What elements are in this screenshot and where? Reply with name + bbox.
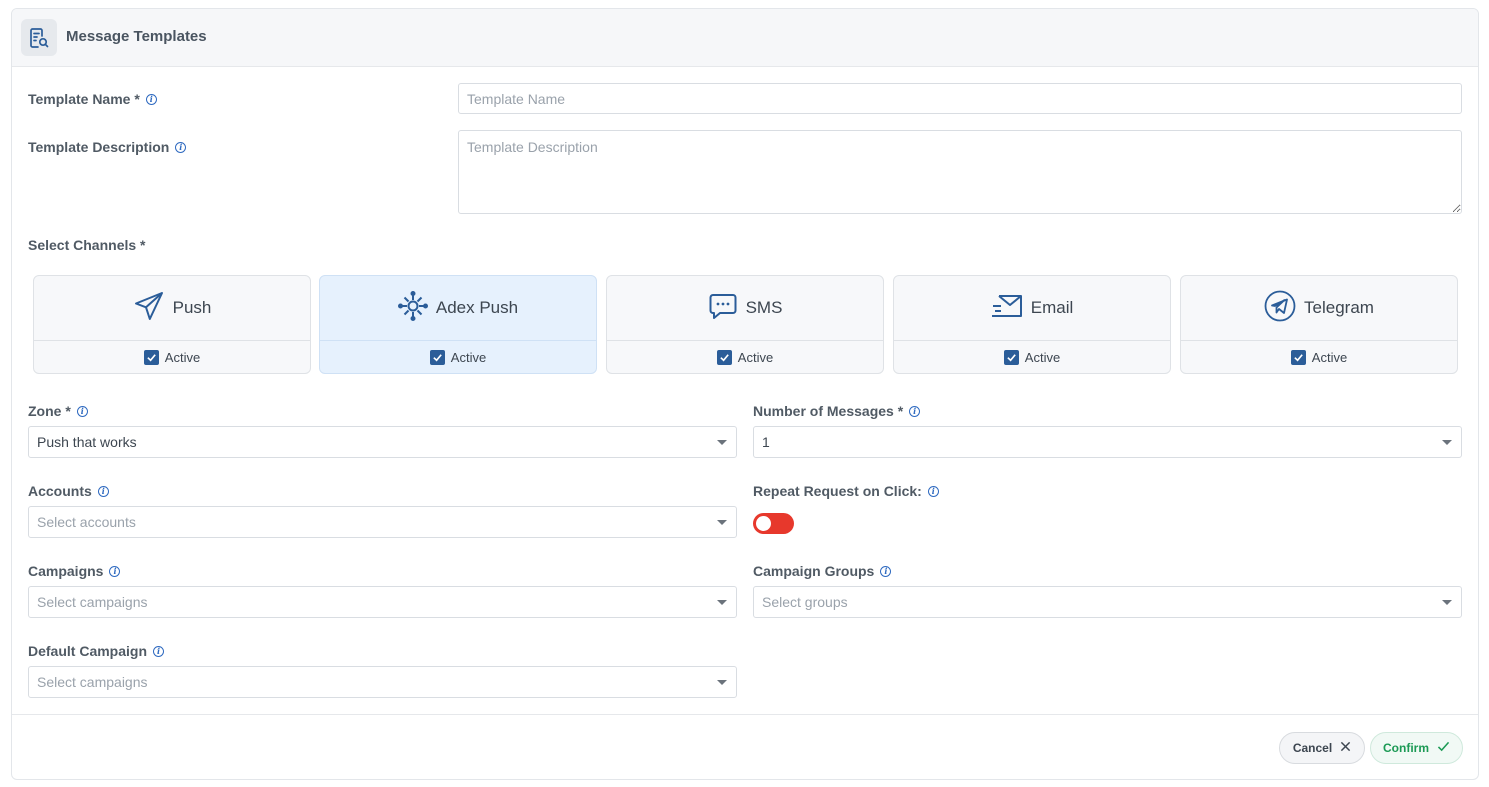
burst-network-icon: [397, 290, 428, 326]
default-campaign-select[interactable]: Select campaigns: [28, 666, 737, 698]
select-channels-label: Select Channels *: [28, 237, 146, 253]
toggle-knob: [756, 516, 771, 531]
zone-select-value: Push that works: [37, 434, 137, 450]
select-channels-label-text: Select Channels *: [28, 237, 146, 253]
info-icon[interactable]: i: [76, 405, 88, 417]
zone-label: Zone * i: [28, 403, 88, 419]
active-checkbox[interactable]: [1003, 350, 1019, 365]
cancel-button[interactable]: Cancel: [1279, 732, 1365, 764]
panel-header: Message Templates: [12, 9, 1478, 67]
footer-divider: [12, 714, 1478, 715]
number-of-messages-value: 1: [762, 434, 770, 450]
channel-name: Adex Push: [435, 298, 519, 317]
confirm-button-label: Confirm: [1383, 741, 1429, 755]
active-label: Active: [1024, 350, 1061, 365]
channel-card-telegram[interactable]: Telegram Active: [1180, 275, 1458, 374]
channel-card-header[interactable]: Adex Push: [320, 276, 596, 341]
active-label: Active: [1311, 350, 1348, 365]
campaigns-label-text: Campaigns: [28, 563, 104, 579]
campaigns-placeholder: Select campaigns: [37, 594, 148, 610]
campaigns-label: Campaigns i: [28, 563, 121, 579]
cancel-button-label: Cancel: [1292, 741, 1333, 755]
channel-card-header[interactable]: Email: [894, 276, 1170, 341]
paper-plane-icon: [133, 290, 165, 327]
info-icon[interactable]: i: [109, 565, 121, 577]
channel-card-sms[interactable]: SMS Active: [606, 275, 884, 374]
chat-bubble-icon: [708, 291, 738, 326]
channel-name: Telegram: [1304, 298, 1374, 317]
template-description-label: Template Description i: [28, 139, 187, 155]
repeat-request-toggle[interactable]: [753, 513, 794, 534]
channel-card-header[interactable]: SMS: [607, 276, 883, 341]
channel-active-row[interactable]: Active: [894, 341, 1170, 374]
active-label: Active: [737, 350, 774, 365]
template-description-label-text: Template Description: [28, 139, 170, 155]
channel-card-email[interactable]: Email Active: [893, 275, 1171, 374]
chevron-down-icon: [717, 600, 727, 605]
chevron-down-icon: [717, 440, 727, 445]
campaign-groups-label-text: Campaign Groups: [753, 563, 875, 579]
default-campaign-placeholder: Select campaigns: [37, 674, 148, 690]
zone-select[interactable]: Push that works: [28, 426, 737, 458]
accounts-label: Accounts i: [28, 483, 109, 499]
template-name-label: Template Name * i: [28, 91, 157, 107]
channel-name: SMS: [745, 298, 783, 317]
template-name-input[interactable]: [458, 83, 1462, 114]
number-of-messages-select[interactable]: 1: [753, 426, 1462, 458]
zone-label-text: Zone *: [28, 403, 71, 419]
accounts-placeholder: Select accounts: [37, 514, 136, 530]
campaign-groups-label: Campaign Groups i: [753, 563, 892, 579]
campaign-groups-select[interactable]: Select groups: [753, 586, 1462, 618]
document-search-icon: [21, 19, 57, 56]
campaigns-select[interactable]: Select campaigns: [28, 586, 737, 618]
channel-card-header[interactable]: Telegram: [1181, 276, 1457, 341]
accounts-select[interactable]: Select accounts: [28, 506, 737, 538]
default-campaign-label: Default Campaign i: [28, 643, 165, 659]
info-icon[interactable]: i: [175, 141, 187, 153]
telegram-icon: [1264, 290, 1296, 327]
message-templates-panel: Message Templates Template Name * i Temp…: [11, 8, 1479, 780]
check-icon: [1437, 741, 1450, 755]
active-checkbox[interactable]: [143, 350, 159, 365]
active-checkbox[interactable]: [429, 350, 445, 365]
active-checkbox[interactable]: [1290, 350, 1306, 365]
campaign-groups-placeholder: Select groups: [762, 594, 848, 610]
repeat-request-label: Repeat Request on Click: i: [753, 483, 939, 499]
template-name-label-text: Template Name *: [28, 91, 140, 107]
chevron-down-icon: [1442, 440, 1452, 445]
accounts-label-text: Accounts: [28, 483, 92, 499]
info-icon[interactable]: i: [153, 645, 165, 657]
info-icon[interactable]: i: [880, 565, 892, 577]
close-icon: [1340, 741, 1351, 755]
chevron-down-icon: [717, 520, 727, 525]
channel-card-push[interactable]: Push Active: [33, 275, 311, 374]
active-label: Active: [450, 350, 487, 365]
envelope-icon: [991, 292, 1023, 325]
confirm-button[interactable]: Confirm: [1370, 732, 1463, 764]
channel-active-row[interactable]: Active: [320, 341, 596, 374]
chevron-down-icon: [717, 680, 727, 685]
page-title: Message Templates: [66, 28, 207, 45]
channel-active-row[interactable]: Active: [1181, 341, 1457, 374]
channel-card-adex-push[interactable]: Adex Push Active: [319, 275, 597, 374]
active-checkbox[interactable]: [716, 350, 732, 365]
template-description-textarea[interactable]: [458, 130, 1462, 214]
info-icon[interactable]: i: [97, 485, 109, 497]
number-of-messages-label: Number of Messages * i: [753, 403, 921, 419]
chevron-down-icon: [1442, 600, 1452, 605]
channel-name: Push: [172, 298, 212, 317]
default-campaign-label-text: Default Campaign: [28, 643, 148, 659]
channel-active-row[interactable]: Active: [34, 341, 310, 374]
info-icon[interactable]: i: [145, 93, 157, 105]
repeat-request-label-text: Repeat Request on Click:: [753, 483, 922, 499]
active-label: Active: [164, 350, 201, 365]
info-icon[interactable]: i: [927, 485, 939, 497]
channel-name: Email: [1030, 298, 1074, 317]
channel-card-header[interactable]: Push: [34, 276, 310, 341]
info-icon[interactable]: i: [909, 405, 921, 417]
channel-active-row[interactable]: Active: [607, 341, 883, 374]
number-of-messages-label-text: Number of Messages *: [753, 403, 904, 419]
